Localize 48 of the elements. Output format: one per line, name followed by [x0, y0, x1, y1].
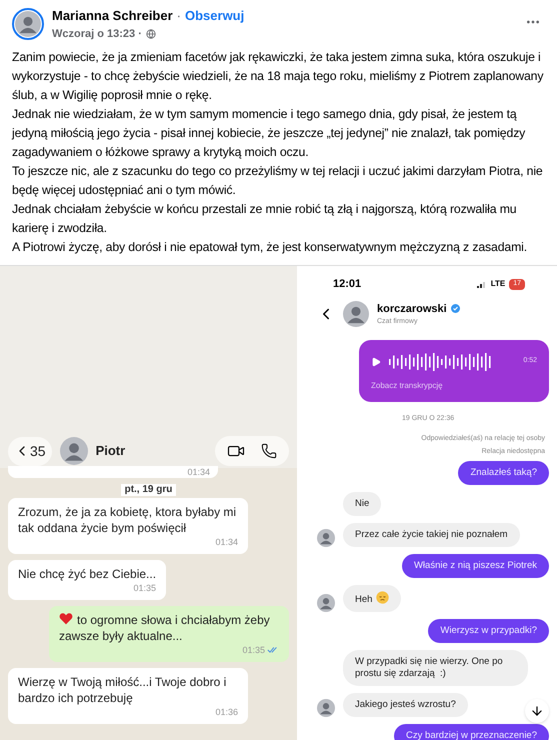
emoji-icon — [376, 591, 390, 604]
post-time[interactable]: Wczoraj o 13:23 · — [52, 26, 142, 42]
avatar — [317, 699, 335, 717]
transcript-link[interactable]: Zobacz transkrypcję — [371, 380, 537, 392]
scroll-down-button[interactable] — [525, 699, 549, 723]
message-text: W przypadki się nie wierzy. One po prostu się zdarzają :) — [355, 656, 504, 679]
message-text: Znalazłeś taką? — [470, 467, 537, 478]
globe-icon — [146, 28, 156, 39]
message-text: Wierzę w Twoją miłość...i Twoje dobro i bardzo ich potrzebuję — [18, 674, 228, 706]
follow-link[interactable]: Obserwuj — [185, 6, 244, 26]
separator: · — [176, 7, 181, 25]
message-text: Heh — [355, 594, 390, 605]
username: korczarowski — [377, 302, 447, 316]
date-label: pt., 19 gru — [120, 484, 176, 496]
avatar — [317, 529, 335, 547]
message-time: 01:34 — [187, 466, 210, 478]
message-time: 01:35 — [134, 582, 156, 595]
message-text: Nie chcę żyć bez Ciebie... — [18, 566, 156, 582]
post-paragraph: A Piotrowi życzę, aby dorósł i nie epatował tym, że jest konserwatywnym mężczyzną z zasadami. — [12, 239, 528, 256]
contact-name: Piotr — [96, 442, 126, 460]
avatar — [317, 594, 335, 612]
play-icon[interactable] — [371, 356, 381, 366]
network-label: LTE — [490, 278, 506, 290]
message-text: Nie — [355, 498, 370, 509]
message-text: Jakiego jesteś wzrostu? — [355, 699, 456, 710]
post-paragraph: Zanim powiecie, że ja zmieniam facetów jak rękawiczki, że taka jestem zimna suka, która oszukuje i wykorzystuje - to chcę żebyście wiedzieli, że na 18 maja tego roku, mieliśmy z Piotrem zaplanowany ślub, a w Wigilię poprosił mnie o rękę. — [12, 49, 544, 104]
phone-icon[interactable] — [261, 443, 277, 459]
back-button[interactable]: 35 — [8, 436, 52, 466]
author-name[interactable]: Marianna Schreiber — [52, 6, 173, 26]
avatar — [60, 437, 88, 465]
post-paragraph: To jeszcze nic, ale z szacunku do tego co przeżyliśmy w tej relacji i uczuć jakimi darzyłam Piotra, nie będę więcej udostępniać ani o tym mówić. — [12, 163, 544, 199]
message-text: Przez całe życie takiej nie poznałem — [355, 529, 508, 540]
avatar — [343, 301, 369, 327]
status-clock: 12:01 — [333, 277, 362, 292]
message-text: Zrozum, że ja za kobietę, ktora byłaby mi tak oddana życie bym poświęcił — [18, 504, 238, 536]
profile-avatar — [15, 11, 41, 37]
arrow-down-icon — [530, 704, 544, 718]
message-text: to ogromne słowa i chciałabym żeby zawsze były aktualne... — [59, 612, 271, 644]
post-paragraph: Jednak nie wiedziałam, że w tym samym momencie i tego samego dnia, gdy pisał, że jestem tą jedyną miłością jego życia - pisał innej kobiecie, że jeszcze „tej jedynej” nie znalazł, tak pomiędzy zagadywaniem o łóżkowe sprawy a krytyką moich oczu. — [12, 106, 526, 161]
message-time: 01:34 — [215, 536, 238, 549]
heart-icon — [59, 612, 73, 625]
message-time: 01:36 — [215, 706, 238, 719]
message-text: Czy bardziej w przeznaczenie? — [406, 730, 537, 740]
message-text: Wierzysz w przypadki? — [440, 625, 537, 636]
signal-icon — [476, 280, 487, 288]
message-text: Właśnie z nią piszesz Piotrek — [414, 560, 537, 571]
post-paragraph: Jednak chciałam żebyście w końcu przestali ze mnie robić tą złą i najgorszą, którą rozwaliła mu karierę i zwodziła. — [12, 201, 518, 237]
message-time: 01:35 — [242, 644, 265, 657]
